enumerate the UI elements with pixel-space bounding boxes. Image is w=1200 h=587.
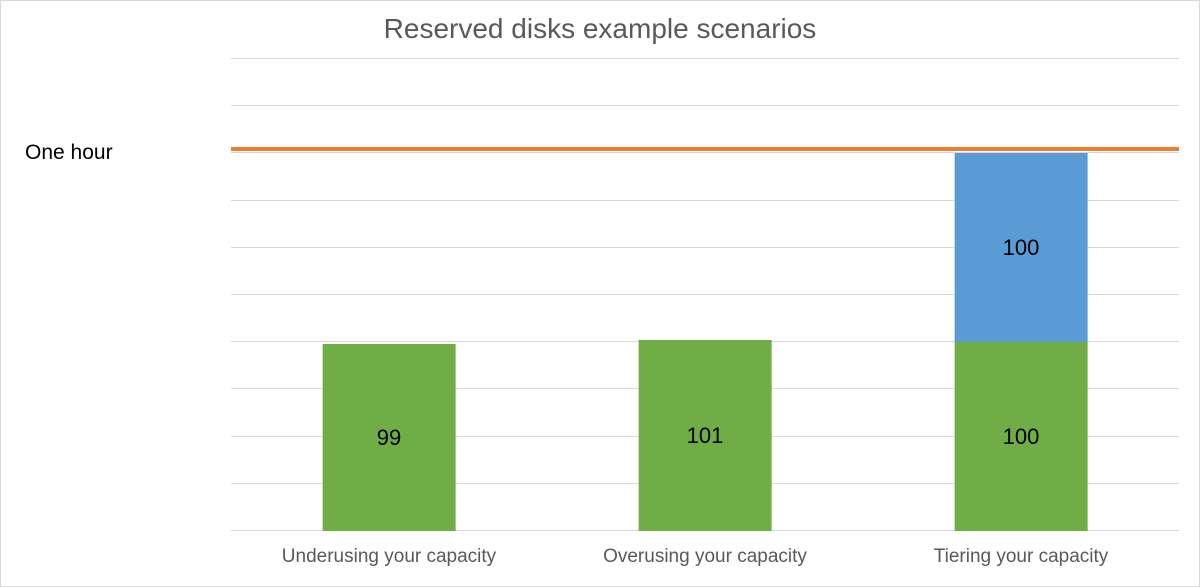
reference-line-label: One hour bbox=[25, 141, 113, 165]
x-axis-label: Underusing your capacity bbox=[231, 546, 547, 568]
bar-segment-blue: 100 bbox=[955, 153, 1088, 342]
bar-stack: 100100 bbox=[955, 153, 1088, 531]
bar-slot: 100100 bbox=[863, 59, 1179, 531]
bar-slot: 101 bbox=[547, 59, 863, 531]
plot-wrap: One hour 99101100100 bbox=[31, 59, 1179, 531]
bar-slot: 99 bbox=[231, 59, 547, 531]
bar-segment-green: 100 bbox=[955, 342, 1088, 531]
bar-stack: 99 bbox=[323, 344, 456, 531]
chart-container: Reserved disks example scenarios One hou… bbox=[0, 0, 1200, 587]
x-axis-label: Overusing your capacity bbox=[547, 546, 863, 568]
chart-title: Reserved disks example scenarios bbox=[1, 13, 1199, 45]
x-axis: Underusing your capacityOverusing your c… bbox=[231, 546, 1179, 568]
bar-stack: 101 bbox=[639, 340, 772, 531]
x-axis-label: Tiering your capacity bbox=[863, 546, 1179, 568]
bars-group: 99 101 100100 bbox=[231, 59, 1179, 531]
reference-line bbox=[231, 147, 1179, 151]
plot-area: 99 101 100100 bbox=[231, 59, 1179, 531]
bar-segment-green: 101 bbox=[639, 340, 772, 531]
bar-segment-green: 99 bbox=[323, 344, 456, 531]
